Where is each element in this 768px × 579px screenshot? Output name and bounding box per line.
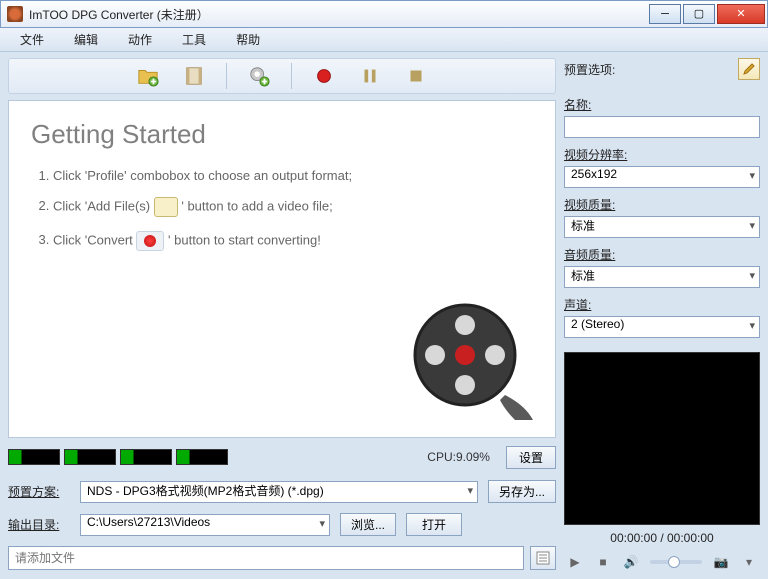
name-label: 名称: (564, 96, 760, 113)
volume-slider[interactable] (650, 560, 702, 564)
document-icon (536, 551, 550, 565)
clip-button[interactable] (180, 62, 208, 90)
step-2: Click 'Add File(s) ' button to add a vid… (53, 197, 533, 217)
playback-controls: ▶ ■ 🔊 📷 ▾ (564, 553, 760, 571)
inline-folder-icon (154, 197, 178, 217)
inline-record-icon (136, 231, 164, 251)
file-list-button[interactable] (530, 546, 556, 570)
output-dir-combobox[interactable]: C:\Users\27213\Videos (80, 514, 330, 536)
preset-header: 预置选项: (564, 58, 760, 80)
gear-add-icon (248, 65, 270, 87)
cpu-bar (8, 449, 60, 465)
video-preview (564, 352, 760, 525)
menu-help[interactable]: 帮助 (222, 28, 274, 51)
preset-header-label: 预置选项: (564, 61, 615, 78)
film-reel-icon (405, 295, 535, 425)
menu-edit[interactable]: 编辑 (60, 28, 112, 51)
minimize-button[interactable]: ─ (649, 4, 681, 24)
menu-action[interactable]: 动作 (114, 28, 166, 51)
getting-started-title: Getting Started (31, 119, 533, 150)
output-dir-label: 输出目录: (8, 516, 70, 533)
resolution-combobox[interactable]: 256x192 (564, 166, 760, 188)
cpu-row: CPU:9.09% 设置 (8, 444, 556, 470)
stop-icon (405, 65, 427, 87)
save-as-button[interactable]: 另存为... (488, 480, 556, 503)
open-button[interactable]: 打开 (406, 513, 462, 536)
film-icon (183, 65, 205, 87)
pencil-icon (743, 63, 755, 75)
folder-add-icon (137, 65, 159, 87)
resolution-label: 视频分辨率: (564, 146, 760, 163)
window-controls: ─ ▢ ✕ (649, 4, 765, 24)
menu-file[interactable]: 文件 (6, 28, 58, 51)
cpu-bar (120, 449, 172, 465)
add-file-button[interactable] (134, 62, 162, 90)
profile-combobox[interactable]: NDS - DPG3格式视频(MP2格式音频) (*.dpg) (80, 481, 478, 503)
stop-playback-button[interactable]: ■ (594, 553, 612, 571)
time-display: 00:00:00 / 00:00:00 (564, 531, 760, 545)
profile-settings-button[interactable] (245, 62, 273, 90)
play-button[interactable]: ▶ (566, 553, 584, 571)
record-icon (313, 65, 335, 87)
volume-icon[interactable]: 🔊 (622, 553, 640, 571)
close-button[interactable]: ✕ (717, 4, 765, 24)
profile-label: 预置方案: (8, 483, 70, 500)
video-quality-label: 视频质量: (564, 196, 760, 213)
audio-quality-label: 音频质量: (564, 246, 760, 263)
add-file-input[interactable] (8, 546, 524, 570)
getting-started-panel: Getting Started Click 'Profile' combobox… (8, 100, 556, 438)
window-title: ImTOO DPG Converter (未注册） (29, 6, 649, 23)
pause-button[interactable] (356, 62, 384, 90)
pause-icon (359, 65, 381, 87)
step-3: Click 'Convert ' button to start convert… (53, 231, 533, 251)
channel-label: 声道: (564, 296, 760, 313)
channel-combobox[interactable]: 2 (Stereo) (564, 316, 760, 338)
video-quality-combobox[interactable]: 标准 (564, 216, 760, 238)
browse-button[interactable]: 浏览... (340, 513, 396, 536)
snapshot-menu-button[interactable]: ▾ (740, 553, 758, 571)
step-1: Click 'Profile' combobox to choose an ou… (53, 168, 533, 183)
stop-button[interactable] (402, 62, 430, 90)
cpu-bar (176, 449, 228, 465)
app-icon (7, 6, 23, 22)
maximize-button[interactable]: ▢ (683, 4, 715, 24)
cpu-bar (64, 449, 116, 465)
audio-quality-combobox[interactable]: 标准 (564, 266, 760, 288)
snapshot-button[interactable]: 📷 (712, 553, 730, 571)
cpu-bars (8, 449, 228, 465)
cpu-settings-button[interactable]: 设置 (506, 446, 556, 469)
titlebar: ImTOO DPG Converter (未注册） ─ ▢ ✕ (0, 0, 768, 28)
cpu-usage-label: CPU:9.09% (427, 450, 490, 464)
menu-tools[interactable]: 工具 (168, 28, 220, 51)
preset-edit-button[interactable] (738, 58, 760, 80)
toolbar (8, 58, 556, 94)
menubar: 文件 编辑 动作 工具 帮助 (0, 28, 768, 52)
name-input[interactable] (564, 116, 760, 138)
convert-button[interactable] (310, 62, 338, 90)
